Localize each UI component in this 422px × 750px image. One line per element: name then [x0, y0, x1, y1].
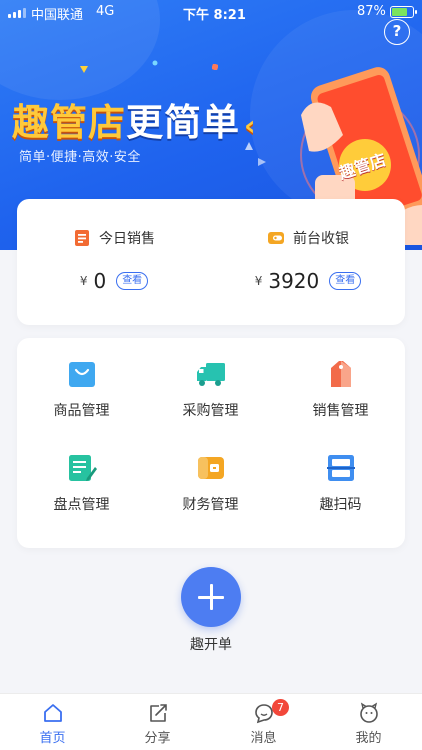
stat-label: 前台收银 — [293, 231, 349, 247]
network-type: 4G — [96, 4, 115, 19]
status-bar: 中国联通 4G 下午 8:21 87% — [0, 0, 422, 24]
menu-item-label: 销售管理 — [312, 403, 369, 419]
menu-item-label: 采购管理 — [182, 403, 239, 419]
share-icon — [150, 704, 167, 722]
feature-menu-card: 商品管理 采购管理 销售管理 盘点管理 财务管理 趣扫码 — [17, 338, 405, 548]
menu-item-scan[interactable]: 趣扫码 — [276, 432, 405, 522]
finance-wallet-icon — [198, 457, 224, 479]
menu-item-products[interactable]: 商品管理 — [17, 338, 146, 428]
tab-home[interactable]: 首页 — [0, 694, 105, 750]
banner-title-rest: 更简单 — [126, 101, 240, 144]
confetti-decoration — [212, 64, 218, 70]
profile-face-icon — [360, 702, 378, 723]
sales-summary-card: 今日销售 ¥ 0 查看 前台收银 ¥ 3920 查看 — [17, 199, 405, 325]
stat-value: 0 — [93, 269, 107, 293]
banner-title: 趣管店更简单 ‹ — [12, 92, 257, 146]
banner-title-highlight: 趣管店 — [12, 101, 126, 144]
sales-doc-icon — [75, 230, 89, 246]
view-button[interactable]: 查看 — [116, 272, 149, 290]
menu-item-finance[interactable]: 财务管理 — [146, 432, 275, 522]
menu-item-label: 趣扫码 — [319, 497, 362, 513]
tab-profile[interactable]: 我的 — [316, 694, 421, 750]
tab-label: 首页 — [39, 731, 66, 746]
banner-subtitle: 简单·便捷·高效·安全 — [19, 150, 141, 165]
signal-icon — [8, 8, 26, 18]
wallet-icon — [268, 232, 284, 244]
view-button[interactable]: 查看 — [329, 272, 362, 290]
menu-item-inventory[interactable]: 盘点管理 — [17, 432, 146, 522]
menu-item-label: 商品管理 — [53, 403, 110, 419]
tab-share[interactable]: 分享 — [105, 694, 210, 750]
truck-icon — [197, 363, 225, 386]
stat-front-cashier[interactable]: 前台收银 ¥ 3920 查看 — [211, 199, 405, 325]
shopping-bag-icon — [69, 362, 95, 387]
inventory-edit-icon — [69, 455, 97, 481]
confetti-decoration — [152, 60, 158, 66]
chevron-decoration-icon: ‹ — [244, 109, 257, 142]
carrier-name: 中国联通 — [31, 8, 84, 23]
tag-icon — [331, 361, 351, 387]
menu-item-label: 盘点管理 — [53, 497, 110, 513]
stat-value: 3920 — [268, 269, 320, 293]
battery-icon — [390, 6, 417, 18]
create-order-label[interactable]: 趣开单 — [181, 634, 241, 654]
menu-item-sales[interactable]: 销售管理 — [276, 338, 405, 428]
menu-item-label: 财务管理 — [182, 497, 239, 513]
confetti-decoration — [80, 66, 88, 73]
tab-label: 我的 — [355, 731, 382, 746]
status-time: 下午 8:21 — [183, 8, 246, 23]
tab-label: 消息 — [250, 731, 277, 746]
home-icon — [44, 704, 62, 722]
stat-label: 今日销售 — [99, 231, 155, 247]
currency-symbol: ¥ — [79, 274, 88, 288]
currency-symbol: ¥ — [254, 274, 263, 288]
battery-percentage: 87% — [357, 4, 386, 19]
tab-messages[interactable]: 7 消息 — [211, 694, 316, 750]
stat-today-sales[interactable]: 今日销售 ¥ 0 查看 — [17, 199, 211, 325]
scan-icon — [327, 455, 355, 481]
bottom-tab-bar: 首页 分享 7 消息 我的 — [0, 693, 422, 750]
create-order-button[interactable] — [181, 567, 241, 627]
tab-label: 分享 — [144, 731, 171, 746]
unread-badge: 7 — [272, 699, 289, 716]
menu-item-purchasing[interactable]: 采购管理 — [146, 338, 275, 428]
confetti-decoration — [258, 158, 266, 166]
help-button[interactable]: ? — [384, 19, 410, 45]
